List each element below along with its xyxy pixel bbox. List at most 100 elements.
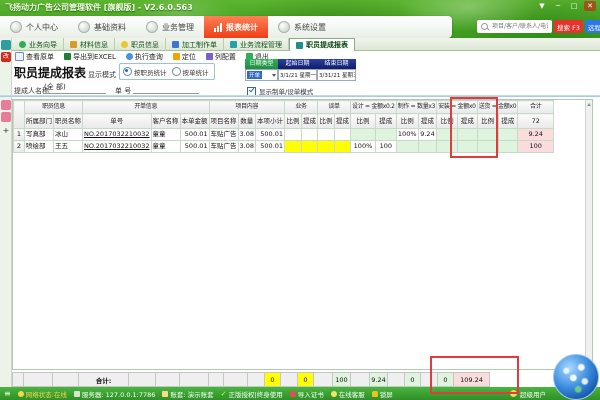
column-header[interactable]: 数量 — [238, 114, 255, 129]
column-header[interactable]: 比例 — [396, 114, 418, 129]
radio-by-staff[interactable]: 按职员统计 — [123, 67, 167, 77]
table-cell[interactable]: NO.2017032210032 — [83, 129, 152, 141]
radio-by-order[interactable]: 按单统计 — [172, 67, 209, 77]
column-group-header[interactable]: 项目内容 — [209, 101, 284, 114]
report-icon — [296, 42, 303, 49]
column-header[interactable]: 提成 — [375, 114, 396, 129]
column-header[interactable]: 单号 — [83, 114, 152, 129]
online-support-button[interactable]: 在线客服 — [331, 389, 365, 399]
summary-cell: 合计: — [79, 373, 129, 387]
table-cell — [437, 129, 458, 141]
column-header[interactable]: 提成 — [498, 114, 518, 129]
tool-label: 查看原单 — [26, 52, 54, 62]
lock-screen-button[interactable]: 锁屏 — [372, 389, 393, 399]
table-row[interactable]: 1写真部冰山NO.2017032210032童童500.01车贴广告3.0850… — [14, 129, 554, 141]
person-icon — [10, 21, 22, 33]
tab-label: 职员提成报表 — [306, 40, 348, 50]
summary-cell — [281, 373, 298, 387]
commission-person-field[interactable]: (全 部) — [44, 82, 106, 94]
column-group-header[interactable]: 谈单 — [318, 101, 351, 114]
radio-label: 按职员统计 — [134, 67, 167, 77]
table-cell — [302, 141, 318, 153]
column-group-header[interactable]: 职员信息 — [25, 101, 83, 114]
column-header[interactable]: 提成 — [302, 114, 318, 129]
briefcase-icon — [146, 21, 158, 33]
column-group-header[interactable]: 业务 — [285, 101, 318, 114]
menu-item-system-settings[interactable]: 系统设置 — [268, 16, 336, 38]
column-header[interactable]: 提成 — [335, 114, 351, 129]
tab-business-wizard[interactable]: 业务向导 — [13, 38, 64, 51]
current-user[interactable]: 超级用户 — [510, 389, 546, 399]
column-header[interactable]: 比例 — [285, 114, 302, 129]
maximize-button[interactable]: □ — [568, 1, 580, 11]
column-group-header[interactable]: 安装 = 金额x0 — [437, 101, 478, 114]
column-header[interactable]: 职员名称 — [54, 114, 83, 129]
tab-commission-report[interactable]: 职员提成报表 — [289, 38, 355, 51]
vertical-scrollbar[interactable] — [585, 100, 592, 369]
column-group-header[interactable]: 送货 = 金额x0 — [477, 101, 518, 114]
column-header[interactable]: 比例 — [477, 114, 498, 129]
table-row[interactable]: 2喷绘部王五NO.2017032210032童童500.01车贴广告3.0850… — [14, 141, 554, 153]
status-label: 正版授权|终身使用 — [229, 389, 283, 399]
status-bar: ≡ 网络状态:在线 服务器: 127.0.0.1:7786 账套: 演示账套 ✓… — [0, 387, 600, 400]
chevron-down-icon — [272, 74, 276, 77]
column-header[interactable]: 所属部门 — [25, 114, 54, 129]
tab-staff-info[interactable]: 职员信息 — [115, 38, 166, 51]
search-box — [477, 20, 552, 33]
table-cell: 100 — [375, 141, 396, 153]
summary-cell: 100 — [333, 373, 351, 387]
view-original-order-button[interactable]: 查看原单 — [15, 52, 54, 62]
shortcut-pink-icon-1[interactable] — [1, 100, 11, 110]
tabstrip: 业务向导 材料信息 职员信息 加工制作单 业务流程管理 职员提成报表 — [13, 38, 355, 51]
add-shortcut-button[interactable]: + — [1, 126, 11, 136]
shortcut-teal-icon[interactable] — [1, 40, 11, 50]
menu-item-business-management[interactable]: 业务管理 — [136, 16, 204, 38]
start-date-header: 起始日期 — [278, 59, 317, 69]
tab-label: 业务向导 — [29, 40, 57, 50]
network-status[interactable]: 网络状态:在线 — [18, 389, 67, 399]
column-header[interactable]: 客户名称 — [151, 114, 180, 129]
shortcut-pink-icon-2[interactable] — [1, 112, 11, 122]
column-header[interactable]: 提成 — [418, 114, 436, 129]
column-header[interactable]: 提成 — [458, 114, 478, 129]
menu-item-label: 系统设置 — [294, 22, 326, 33]
column-group-header[interactable]: 设计 = 金额x0.2 — [351, 101, 397, 114]
menu-item-report-statistics[interactable]: 报表统计 — [204, 16, 268, 38]
flow-icon — [230, 41, 237, 48]
column-header[interactable]: 比例 — [351, 114, 376, 129]
start-date-select[interactable]: 3/1/21 星期一 — [278, 69, 317, 81]
column-group-header[interactable]: 合计 — [518, 101, 554, 114]
global-search-input[interactable] — [490, 22, 550, 31]
close-button[interactable]: ✕ — [584, 1, 596, 11]
locate-button[interactable]: 定位 — [173, 52, 196, 62]
import-certificate-button[interactable]: 导入证书 — [290, 389, 324, 399]
remote-training-button[interactable]: 远程培训 — [585, 20, 600, 33]
column-group-header[interactable]: 制作 = 数量x3 — [396, 101, 437, 114]
column-header[interactable]: 项目名称 — [209, 114, 238, 129]
document-icon — [15, 52, 24, 61]
column-header[interactable]: 比例 — [437, 114, 458, 129]
status-menu-icon[interactable]: ≡ — [4, 389, 11, 399]
shortcut-edit-icon[interactable]: 改 — [1, 52, 11, 62]
column-header[interactable]: 本项小计 — [256, 114, 285, 129]
search-button[interactable]: 搜索 F3 — [554, 20, 583, 33]
tab-material-info[interactable]: 材料信息 — [64, 38, 115, 51]
run-query-button[interactable]: 执行查询 — [126, 52, 163, 62]
date-type-select[interactable]: 开单 — [245, 69, 278, 81]
tab-business-flow[interactable]: 业务流程管理 — [224, 38, 289, 51]
end-date-select[interactable]: 3/31/21 星期三 — [317, 69, 356, 81]
order-no-field[interactable] — [133, 82, 199, 94]
column-header[interactable]: 72 — [518, 114, 554, 129]
tab-work-order[interactable]: 加工制作单 — [166, 38, 224, 51]
column-header[interactable]: 本单金额 — [180, 114, 209, 129]
column-config-button[interactable]: 列配置 — [206, 52, 236, 62]
column-group-header[interactable]: 开单信息 — [83, 101, 210, 114]
minimize-button[interactable]: ─ — [552, 1, 564, 11]
menu-item-personal-center[interactable]: 个人中心 — [0, 16, 68, 38]
menu-item-base-data[interactable]: 基础资料 — [68, 16, 136, 38]
table-cell[interactable]: NO.2017032210032 — [83, 141, 152, 153]
column-header[interactable]: 比例 — [318, 114, 335, 129]
chevron-down-icon[interactable]: ▼ — [536, 1, 548, 11]
export-excel-button[interactable]: 导出到EXCEL — [64, 52, 116, 62]
summary-cell — [248, 373, 265, 387]
